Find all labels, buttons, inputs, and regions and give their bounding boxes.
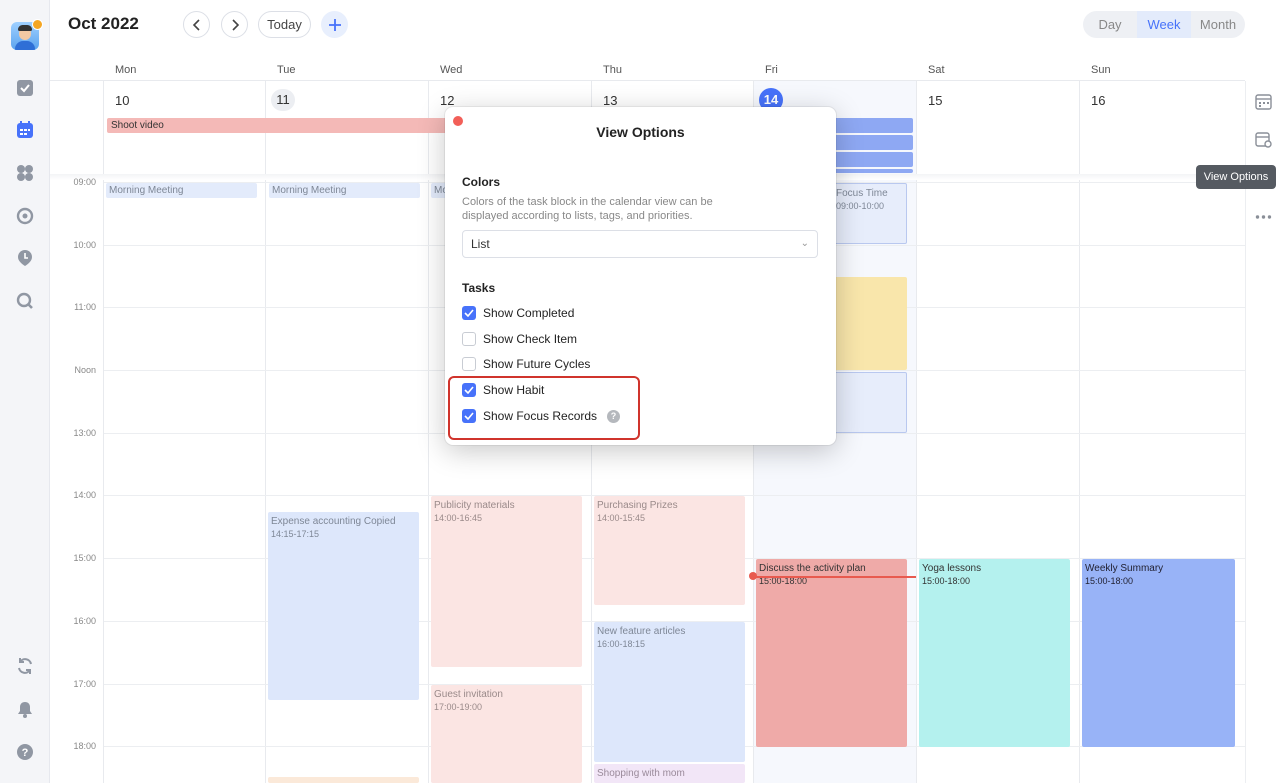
checkbox-unchecked-icon[interactable]	[462, 332, 476, 346]
current-time-dot	[749, 572, 757, 580]
calendar-event[interactable]: Weekly Summary 15:00-18:00	[1082, 559, 1235, 747]
day-of-week-label: Sun	[1091, 64, 1111, 76]
time-label: 18:00	[73, 741, 96, 751]
view-switcher: Day Week Month	[1083, 11, 1245, 38]
more-options-icon[interactable]	[1255, 207, 1272, 225]
chevron-right-icon	[231, 18, 239, 31]
calendar-grid-icon[interactable]	[1255, 93, 1272, 115]
colors-description: Colors of the task block in the calendar…	[462, 196, 713, 222]
focus-timer-icon[interactable]	[13, 204, 37, 228]
calendar-event[interactable]: Focus Time 09:00-10:00	[832, 183, 907, 244]
time-label: 17:00	[73, 679, 96, 689]
day-of-week-label: Mon	[115, 64, 137, 76]
time-label: 11:00	[74, 302, 96, 312]
column-divider	[103, 81, 104, 783]
time-label: 16:00	[73, 616, 96, 626]
calendar-event[interactable]	[832, 372, 907, 433]
day-number[interactable]: 11	[271, 89, 295, 111]
annotation-highlight-box	[448, 376, 640, 440]
dialog-title: View Options	[596, 124, 685, 140]
calendar-settings-icon[interactable]	[1255, 131, 1272, 153]
colors-heading: Colors	[462, 175, 501, 189]
checkbox-unchecked-icon[interactable]	[462, 357, 476, 371]
show-future-cycles-option[interactable]: Show Future Cycles	[462, 356, 590, 372]
view-week-button[interactable]: Week	[1137, 11, 1191, 38]
color-by-select[interactable]: List ⌄	[462, 230, 818, 258]
calendar-event[interactable]: Purchasing Prizes 14:00-15:45	[594, 496, 745, 605]
premium-badge-icon	[32, 19, 43, 30]
tasks-checkbox-icon[interactable]	[13, 76, 37, 100]
search-icon[interactable]	[13, 289, 37, 313]
column-divider	[428, 81, 429, 783]
day-number[interactable]: 16	[1091, 93, 1105, 108]
calendar-event[interactable]: Publicity materials 14:00-16:45	[431, 496, 582, 667]
sync-icon[interactable]	[13, 654, 37, 678]
color-by-value: List	[471, 237, 490, 251]
day-of-week-label: Wed	[440, 64, 463, 76]
left-sidebar: ?	[0, 0, 50, 783]
checkbox-checked-icon[interactable]	[462, 306, 476, 320]
month-title: Oct 2022	[68, 14, 139, 33]
plus-icon	[328, 18, 341, 31]
time-label: 13:00	[73, 428, 96, 438]
add-event-button[interactable]	[321, 11, 348, 38]
calendar-event[interactable]: Yoga lessons 15:00-18:00	[919, 559, 1070, 747]
chevron-left-icon	[192, 18, 200, 31]
calendar-event[interactable]: Morning Meeting	[269, 183, 420, 198]
calendar-event[interactable]: Discuss the activity plan 15:00-18:00	[756, 559, 907, 747]
day-number[interactable]: 13	[603, 93, 617, 108]
time-label: 09:00	[73, 177, 96, 187]
option-label: Show Completed	[483, 306, 575, 320]
calendar-event[interactable]: Expense accounting Copied 14:15-17:15	[268, 512, 419, 700]
calendar-icon[interactable]	[13, 118, 37, 142]
matrix-grid-icon[interactable]	[13, 161, 37, 185]
chevron-down-icon: ⌄	[800, 238, 809, 249]
column-divider	[1079, 81, 1080, 783]
calendar-event[interactable]: New feature articles 16:00-18:15	[594, 622, 745, 762]
view-options-tooltip: View Options	[1196, 165, 1276, 189]
notifications-bell-icon[interactable]	[13, 697, 37, 721]
all-day-event[interactable]: Shoot video	[107, 118, 452, 133]
day-number[interactable]: 12	[440, 93, 454, 108]
day-of-week-label: Thu	[603, 64, 622, 76]
calendar-app: ? Oct 2022 Today Day Week Month Mon Tue …	[0, 0, 1280, 783]
column-divider	[265, 81, 266, 783]
option-label: Show Future Cycles	[483, 357, 591, 371]
time-label: 14:00	[73, 490, 96, 500]
habit-clock-icon[interactable]	[13, 246, 37, 270]
time-label: Noon	[74, 365, 96, 375]
day-of-week-label: Fri	[765, 64, 778, 76]
day-number[interactable]: 10	[115, 93, 129, 108]
header-divider	[50, 80, 1245, 81]
calendar-event[interactable]: Guest invitation 17:00-19:00	[431, 685, 582, 783]
column-divider	[916, 81, 917, 783]
show-check-item-option[interactable]: Show Check Item	[462, 331, 577, 347]
current-time-line	[754, 576, 916, 578]
view-day-button[interactable]: Day	[1083, 11, 1137, 38]
time-label: 15:00	[73, 553, 96, 563]
day-number[interactable]: 15	[928, 93, 942, 108]
previous-week-button[interactable]	[183, 11, 210, 38]
calendar-event[interactable]	[832, 277, 907, 370]
option-label: Show Check Item	[483, 332, 578, 346]
help-icon[interactable]: ?	[13, 740, 37, 764]
today-button[interactable]: Today	[258, 11, 311, 38]
day-of-week-label: Tue	[277, 64, 296, 76]
next-week-button[interactable]	[221, 11, 248, 38]
calendar-event[interactable]: Shopping with mom	[594, 764, 745, 783]
view-month-button[interactable]: Month	[1191, 11, 1245, 38]
calendar-event[interactable]	[268, 777, 419, 783]
day-of-week-label: Sat	[928, 64, 945, 76]
calendar-event[interactable]: Morning Meeting	[106, 183, 257, 198]
time-label: 10:00	[73, 240, 96, 250]
svg-text:?: ?	[22, 747, 29, 759]
tasks-heading: Tasks	[462, 281, 496, 295]
show-completed-option[interactable]: Show Completed	[462, 305, 574, 321]
